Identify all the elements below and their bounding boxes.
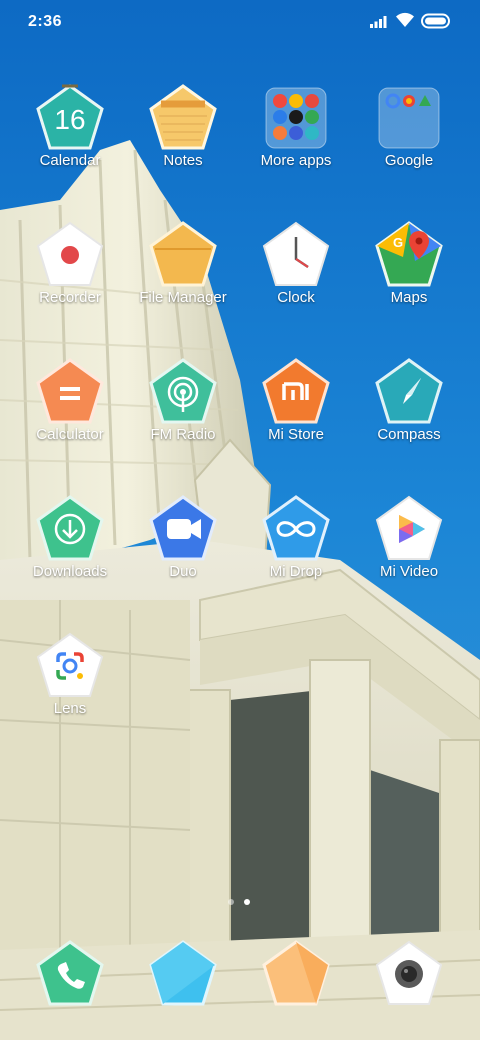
recorder-icon xyxy=(36,221,104,286)
app-compass[interactable]: Compass xyxy=(353,358,465,478)
dock-phone[interactable] xyxy=(14,940,126,1020)
page-dot[interactable] xyxy=(228,899,234,905)
wifi-icon xyxy=(396,12,414,27)
folder-icon xyxy=(378,87,440,149)
browser-icon xyxy=(262,940,330,1006)
app-downloads[interactable]: Downloads xyxy=(14,495,126,615)
app-file-manager[interactable]: File Manager xyxy=(127,221,239,341)
status-time: 2:36 xyxy=(28,13,63,30)
svg-text:G: G xyxy=(393,235,403,250)
notes-icon xyxy=(149,84,217,150)
mi-drop-icon xyxy=(262,495,330,561)
app-label: Mi Video xyxy=(379,563,439,580)
clock-icon xyxy=(262,221,330,286)
app-duo[interactable]: Duo xyxy=(127,495,239,615)
status-bar: 2:36 xyxy=(0,0,480,44)
dock-browser[interactable] xyxy=(240,940,352,1020)
app-mi-store[interactable]: Mi Store xyxy=(240,358,352,478)
dock-messaging[interactable] xyxy=(127,940,239,1020)
signal-icon xyxy=(370,16,387,28)
app-label: Calculator xyxy=(36,426,104,443)
app-label: Duo xyxy=(169,563,197,580)
app-label: Google xyxy=(384,152,434,169)
folder-icon xyxy=(265,87,327,149)
app-label: FM Radio xyxy=(150,426,216,443)
messaging-icon xyxy=(149,940,217,1006)
home-screen: 2:36 16 Calendar Notes More apps Google … xyxy=(0,0,480,1040)
duo-icon xyxy=(149,495,217,561)
app-maps[interactable]: G Maps xyxy=(353,221,465,341)
folder-more-apps[interactable]: More apps xyxy=(240,84,352,204)
compass-icon xyxy=(375,358,443,424)
page-dot-active[interactable] xyxy=(244,899,250,905)
mi-video-icon xyxy=(375,495,443,560)
phone-icon xyxy=(36,940,104,1006)
downloads-icon xyxy=(36,495,104,561)
app-lens[interactable]: Lens xyxy=(14,632,126,752)
app-label: Maps xyxy=(390,289,428,306)
app-label: Notes xyxy=(163,152,203,169)
app-label: Lens xyxy=(53,700,87,717)
app-notes[interactable]: Notes xyxy=(127,84,239,204)
file-manager-icon xyxy=(149,221,217,287)
app-label: Clock xyxy=(277,289,315,306)
app-clock[interactable]: Clock xyxy=(240,221,352,341)
camera-icon xyxy=(375,940,443,1005)
app-calculator[interactable]: Calculator xyxy=(14,358,126,478)
maps-icon: G xyxy=(375,221,443,287)
app-mi-drop[interactable]: Mi Drop xyxy=(240,495,352,615)
app-mi-video[interactable]: Mi Video xyxy=(353,495,465,615)
app-fm-radio[interactable]: FM Radio xyxy=(127,358,239,478)
app-label: More apps xyxy=(260,152,332,169)
app-label: Compass xyxy=(377,426,441,443)
app-label: File Manager xyxy=(139,289,227,306)
page-indicator[interactable] xyxy=(222,896,258,908)
app-calendar[interactable]: 16 Calendar xyxy=(14,84,126,204)
app-label: Mi Store xyxy=(268,426,324,443)
folder-google[interactable]: Google xyxy=(353,84,465,204)
calendar-icon: 16 xyxy=(36,84,104,150)
battery-icon xyxy=(421,13,450,29)
mi-store-icon xyxy=(262,358,330,424)
svg-text:16: 16 xyxy=(54,104,85,135)
app-recorder[interactable]: Recorder xyxy=(14,221,126,341)
lens-icon xyxy=(36,632,104,697)
app-label: Recorder xyxy=(39,289,101,306)
calculator-icon xyxy=(36,358,104,424)
dock-camera[interactable] xyxy=(353,940,465,1020)
app-label: Calendar xyxy=(39,152,101,169)
app-label: Mi Drop xyxy=(269,563,323,580)
app-label: Downloads xyxy=(32,563,108,580)
fm-radio-icon xyxy=(149,358,217,424)
